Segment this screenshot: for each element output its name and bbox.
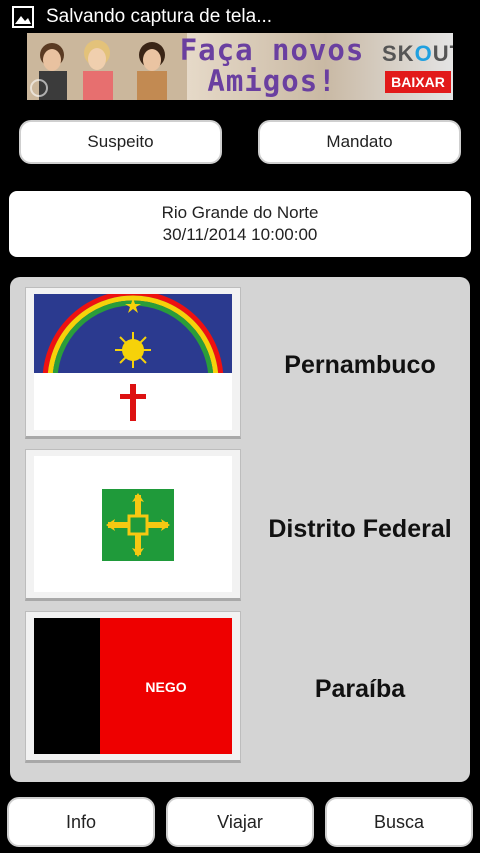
info-button[interactable]: Info (7, 797, 155, 847)
flag-frame: NEGO (25, 611, 241, 763)
list-item[interactable]: Distrito Federal (10, 439, 470, 601)
list-item[interactable]: NEGO Paraíba (10, 601, 470, 763)
suspeito-button[interactable]: Suspeito (19, 120, 222, 164)
state-name: Distrito Federal (268, 515, 452, 543)
location-info: Rio Grande do Norte 30/11/2014 10:00:00 (9, 191, 471, 257)
states-list: Pernambuco Distrito Federal NEGO Paraíba (10, 277, 470, 782)
flag-frame (25, 449, 241, 601)
flag-text: NEGO (145, 679, 186, 695)
flag-frame (25, 287, 241, 439)
main-content: Suspeito Mandato Rio Grande do Norte 30/… (0, 100, 480, 853)
datetime-label: 30/11/2014 10:00:00 (162, 225, 318, 244)
viajar-button[interactable]: Viajar (166, 797, 314, 847)
pernambuco-flag-icon (34, 294, 232, 430)
list-item[interactable]: Pernambuco (10, 277, 470, 439)
state-name: Paraíba (314, 675, 406, 703)
ad-headline: Faça novos Amigos! (179, 33, 365, 98)
paraiba-flag-icon: NEGO (34, 618, 232, 754)
image-icon (12, 5, 34, 28)
state-name: Pernambuco (284, 351, 436, 379)
status-bar: Salvando captura de tela... (0, 0, 480, 33)
notification-text: Salvando captura de tela... (46, 5, 273, 27)
ad-banner[interactable]: Faça novosAmigos! SKOUT BAIXAR (27, 33, 453, 100)
busca-button[interactable]: Busca (325, 797, 473, 847)
ad-people-image (27, 33, 187, 100)
ad-cta-button[interactable]: BAIXAR (385, 71, 451, 93)
region-label: Rio Grande do Norte (161, 203, 319, 222)
ad-brand: SKOUT (382, 41, 453, 66)
distrito-federal-flag-icon (34, 456, 232, 592)
mandato-button[interactable]: Mandato (258, 120, 461, 164)
